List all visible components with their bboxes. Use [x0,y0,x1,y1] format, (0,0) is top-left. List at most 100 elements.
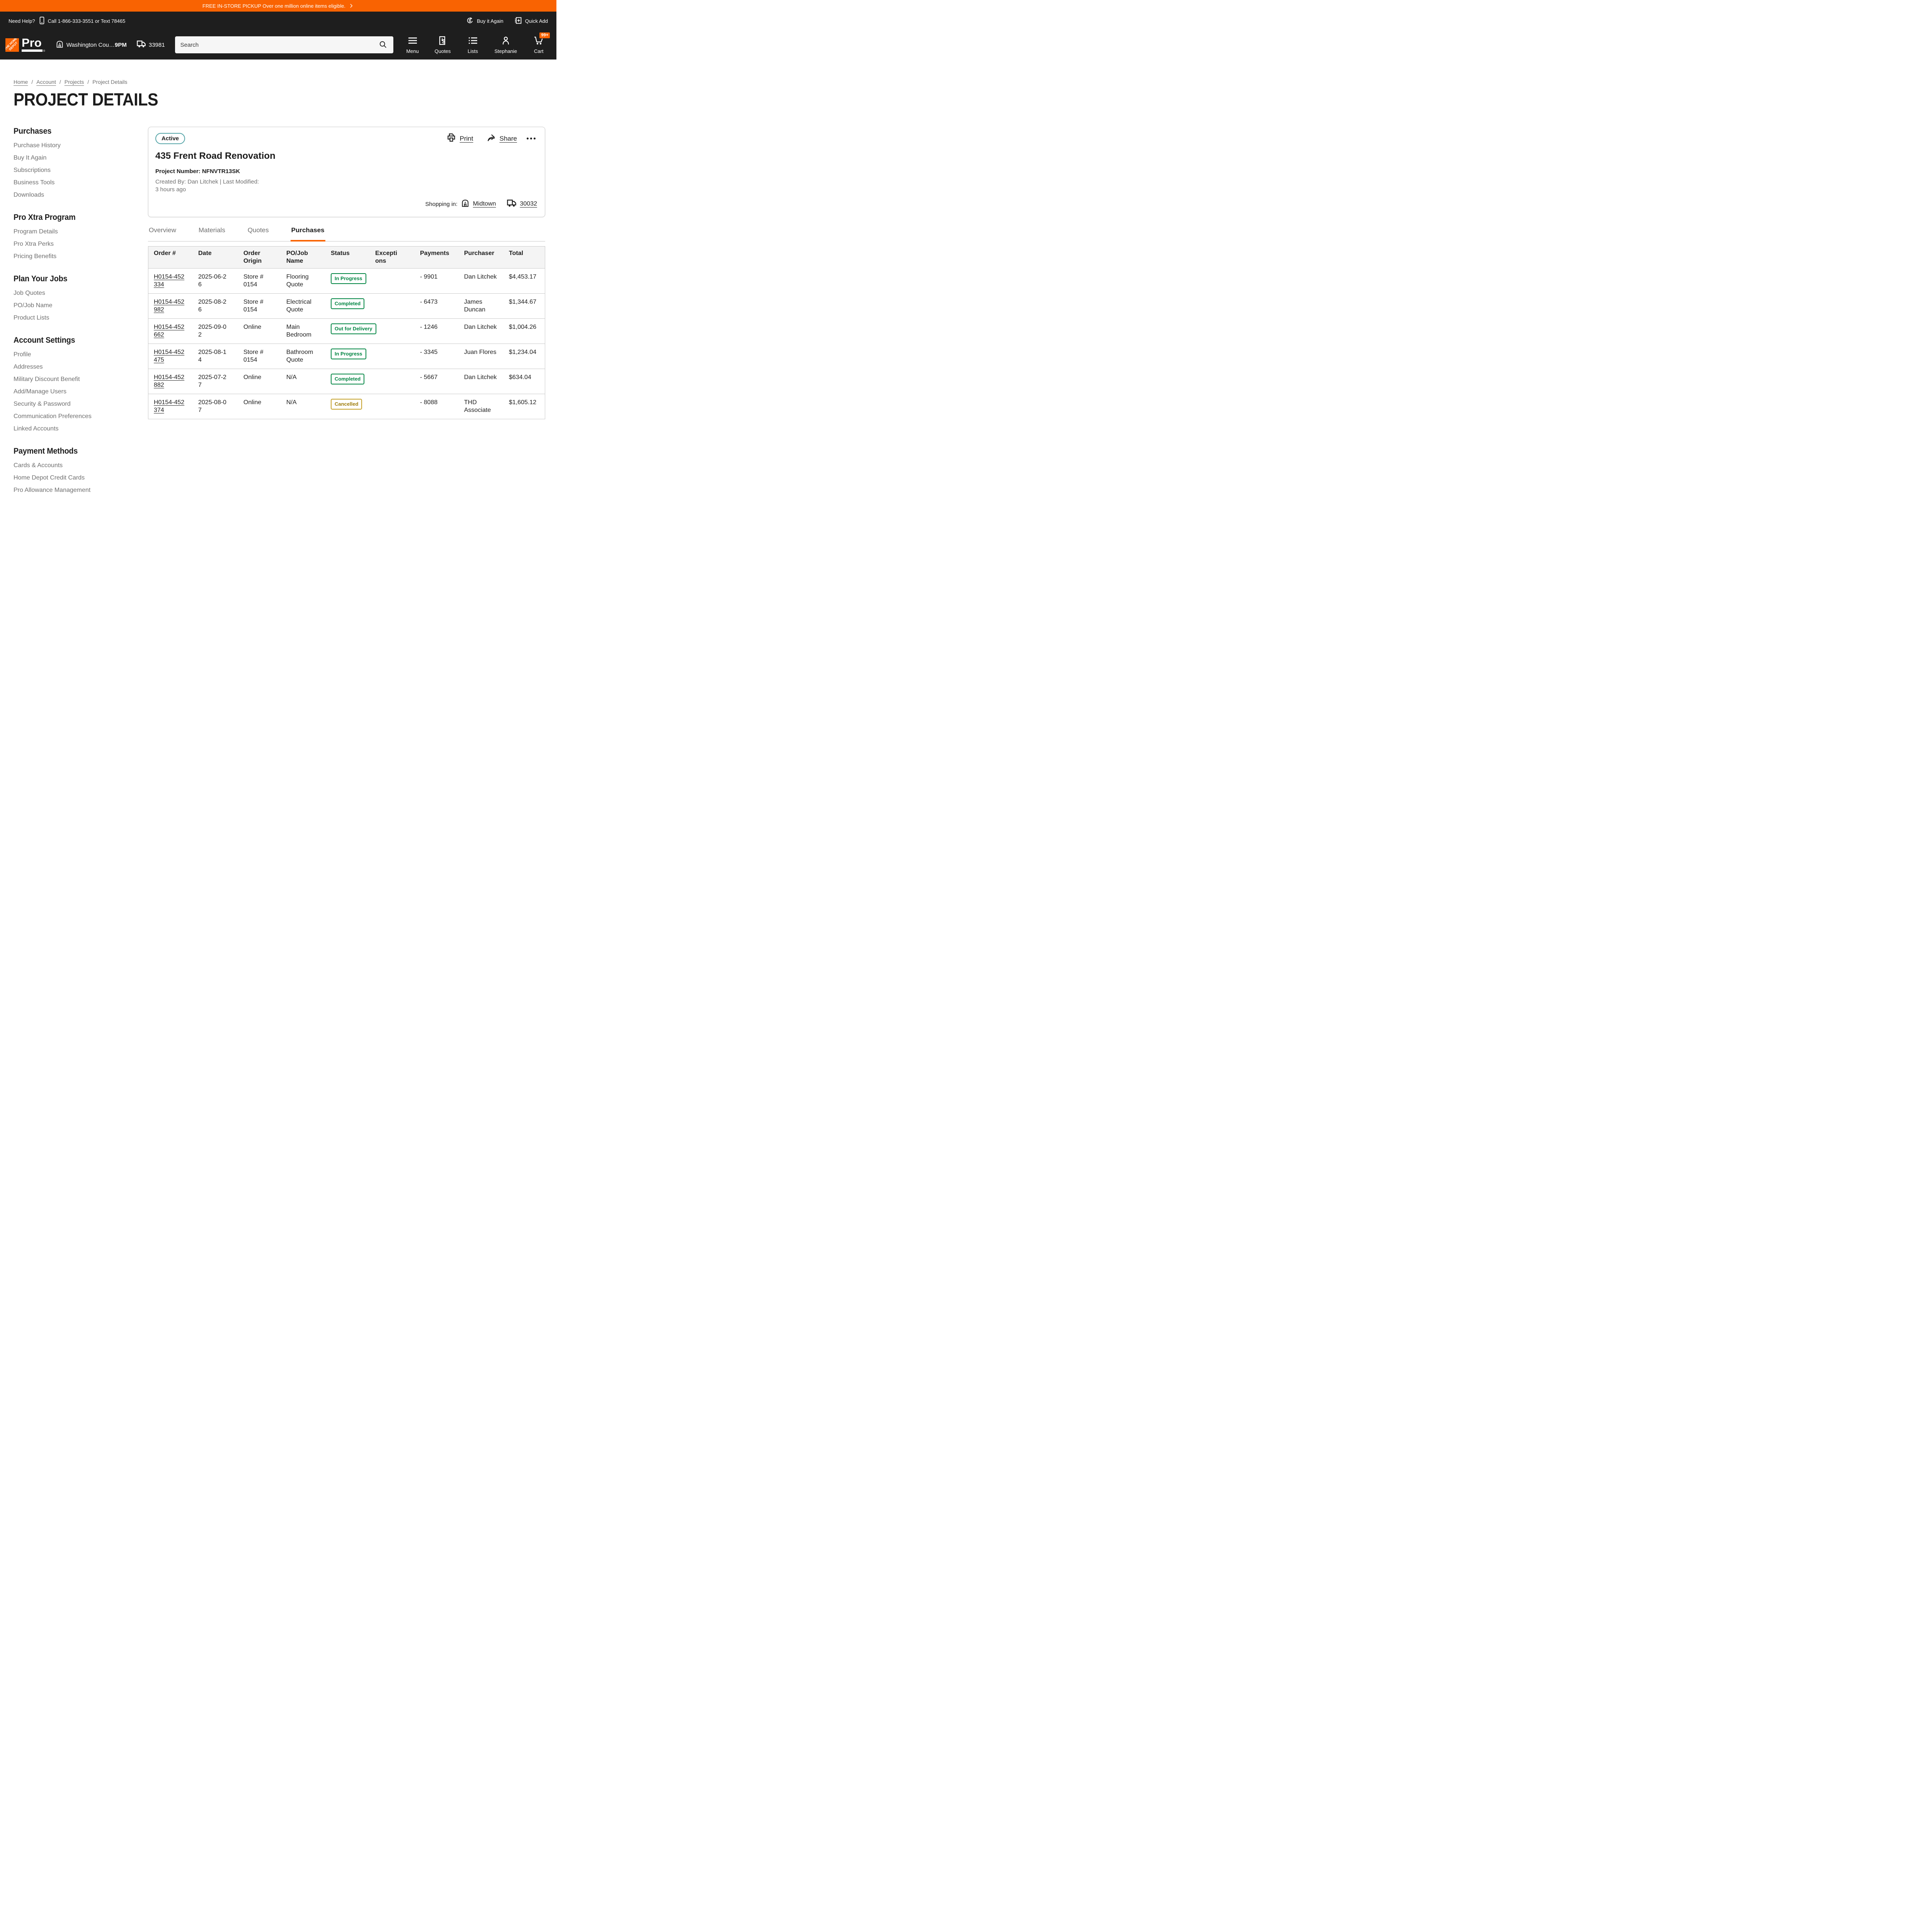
payments-cell: - 1246 [415,319,459,344]
sidebar-item: Add/Manage Users [14,388,129,396]
store-hours: 9PM [115,42,127,48]
registered-mark: ® [43,50,45,53]
purchaser-cell: James Duncan [459,294,503,318]
sidebar-item-purchase-history[interactable]: Purchase History [14,142,61,150]
buy-it-again-button[interactable]: $ Buy it Again [466,17,503,26]
nav-account[interactable]: Stephanie [495,36,517,54]
order-number-link[interactable]: H0154-452882 [154,374,188,389]
purchaser-cell: Dan Litchek [459,269,503,293]
breadcrumb-projects[interactable]: Projects [65,79,84,85]
date-cell: 2025-07-27 [193,369,238,394]
chevron-right-icon [349,3,354,9]
shopping-in-label: Shopping in: [425,201,457,207]
sidebar-item-home-depot-credit-cards[interactable]: Home Depot Credit Cards [14,474,85,482]
col-order-origin: Order Origin [238,247,277,268]
po-job-cell: N/A [281,369,325,394]
sidebar-item-buy-it-again[interactable]: Buy It Again [14,154,46,162]
sidebar-item-business-tools[interactable]: Business Tools [14,179,54,187]
home-depot-pro-logo[interactable]: THE HOME DEPOT Pro ® [5,38,43,51]
col-status: Status [325,247,365,268]
sidebar-item-po-job-name[interactable]: PO/Job Name [14,302,52,310]
shopping-zip-link[interactable]: 30032 [520,201,537,207]
share-button[interactable]: Share [486,133,517,144]
nav-quotes[interactable]: $ Quotes [434,36,451,54]
sidebar-item-cards-accounts[interactable]: Cards & Accounts [14,462,63,469]
header-nav: Menu $ Quotes Lists Stephanie 99+ Car [404,36,548,54]
total-cell: $1,344.67 [503,294,545,318]
sidebar-item-military-discount-benefit[interactable]: Military Discount Benefit [14,376,80,383]
status-cell: In Progress [325,344,370,369]
sidebar-item-program-details[interactable]: Program Details [14,228,58,236]
order-number-link[interactable]: H0154-452374 [154,399,188,414]
print-button[interactable]: Print [447,133,473,144]
order-status-badge: Out for Delivery [331,323,376,334]
shopping-store-link[interactable]: Midtown [473,201,496,207]
sidebar-item-security-password[interactable]: Security & Password [14,400,71,408]
cart-count-badge: 99+ [539,32,550,38]
sidebar-item-pro-allowance-management[interactable]: Pro Allowance Management [14,486,90,494]
quick-add-button[interactable]: Quick Add [514,17,548,26]
col-payments: Payments [415,247,454,268]
nav-cart[interactable]: 99+ Cart [530,36,547,54]
page-content: Home/ Account/ Projects/ Project Details… [0,79,556,524]
sidebar-item-subscriptions[interactable]: Subscriptions [14,167,51,174]
order-number-cell: H0154-452334 [148,269,193,293]
tab-overview[interactable]: Overview [148,226,177,242]
order-status-badge: In Progress [331,273,366,284]
nav-lists[interactable]: Lists [464,36,481,54]
sidebar-item: Security & Password [14,400,129,408]
promo-banner[interactable]: FREE IN-STORE PICKUP Over one million on… [0,0,556,12]
order-number-link[interactable]: H0154-452475 [154,349,188,364]
total-cell: $1,234.04 [503,344,545,369]
share-link: Share [500,135,517,143]
nav-quotes-label: Quotes [435,48,451,54]
home-depot-logo-icon: THE HOME DEPOT [5,38,19,52]
nav-menu[interactable]: Menu [404,36,421,54]
col-po-job-name: PO/Job Name [281,247,320,268]
sidebar-item-addresses[interactable]: Addresses [14,363,43,371]
sidebar-item: Program Details [14,228,129,236]
order-origin-cell: Online [238,394,277,419]
order-number-link[interactable]: H0154-452662 [154,323,188,339]
call-text: Call 1-866-333-3551 or Text 78465 [48,18,126,24]
breadcrumb-home[interactable]: Home [14,79,28,85]
sidebar-item: Product Lists [14,314,129,322]
project-card: Active Print Sh [148,127,545,217]
sidebar-section: Pro Xtra Program Program Details Pro Xtr… [14,213,129,260]
project-meta: Created By: Dan Litchek | Last Modified:… [155,178,537,194]
sidebar-item-pro-xtra-perks[interactable]: Pro Xtra Perks [14,240,54,248]
table-row: H0154-452475 2025-08-14 Store # 0154 Bat… [148,344,545,369]
order-number-link[interactable]: H0154-452982 [154,298,188,314]
print-link: Print [460,135,473,143]
sidebar-section: Account Settings Profile Addresses Milit… [14,336,129,433]
sidebar-item-profile[interactable]: Profile [14,351,31,359]
store-selector[interactable]: Washington Cou…9PM [56,40,127,50]
sidebar-section: Purchases Purchase History Buy It Again … [14,127,129,199]
more-actions-button[interactable] [525,136,537,141]
sidebar-item-product-lists[interactable]: Product Lists [14,314,49,322]
delivery-zip-selector[interactable]: 33981 [137,40,165,49]
search-input[interactable] [175,42,375,48]
tab-materials[interactable]: Materials [198,226,226,242]
purchases-table-body: H0154-452334 2025-06-26 Store # 0154 Flo… [148,268,545,419]
sidebar-item-communication-preferences[interactable]: Communication Preferences [14,413,92,420]
search-button[interactable] [375,38,391,52]
order-number-link[interactable]: H0154-452334 [154,273,188,289]
sidebar-item-downloads[interactable]: Downloads [14,191,44,199]
total-cell: $634.04 [503,369,545,394]
sidebar-item-pricing-benefits[interactable]: Pricing Benefits [14,253,56,260]
tab-quotes[interactable]: Quotes [247,226,270,242]
zip-code: 33981 [149,42,165,48]
total-cell: $1,004.26 [503,319,545,344]
po-job-cell: Bathroom Quote [281,344,325,369]
breadcrumb-account[interactable]: Account [36,79,56,85]
sidebar-item-job-quotes[interactable]: Job Quotes [14,289,45,297]
phone-support-link[interactable]: Call 1-866-333-3551 or Text 78465 [39,17,126,26]
sidebar-item-linked-accounts[interactable]: Linked Accounts [14,425,59,433]
order-status-badge: Completed [331,298,364,309]
tab-purchases[interactable]: Purchases [291,226,325,242]
sidebar-section: Payment Methods Cards & Accounts Home De… [14,447,129,494]
sidebar-item-add-manage-users[interactable]: Add/Manage Users [14,388,66,396]
payments-cell: - 8088 [415,394,459,419]
shopping-in-row: Shopping in: Midtown 30032 [155,199,537,209]
